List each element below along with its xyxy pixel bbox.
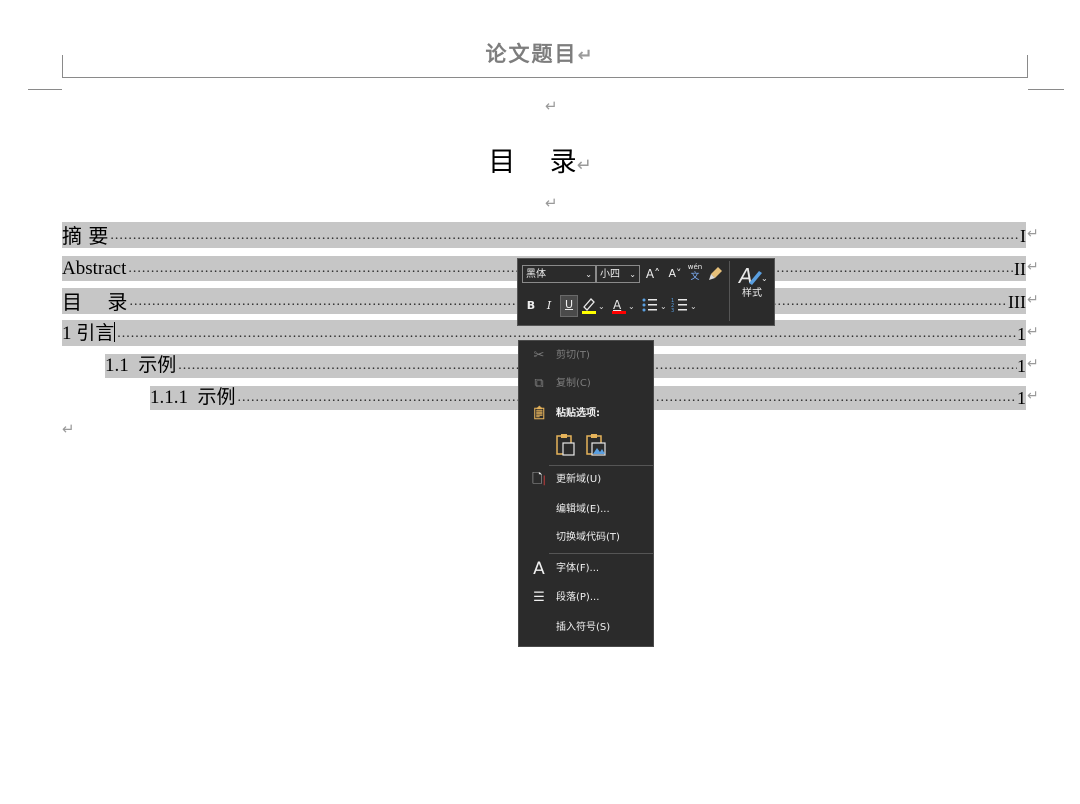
toc-entry-text: 1.1.1 示例	[150, 386, 236, 410]
paragraph-mark: ↵	[1027, 356, 1039, 372]
paste-picture-icon	[586, 434, 606, 456]
paragraph-mark: ↵	[545, 194, 558, 212]
menu-item-toggle-field-codes[interactable]: 切换域代码(T)	[519, 526, 653, 550]
toolbar-divider	[729, 261, 730, 321]
header-rule	[62, 77, 1028, 78]
margin-mark-left	[28, 89, 62, 90]
toc-entry-text: 摘 要	[62, 224, 109, 248]
paragraph-mark: ↵	[1027, 259, 1039, 275]
bullet-list-icon: ⌄	[642, 298, 667, 312]
chevron-down-icon: ⌄	[629, 270, 636, 279]
paragraph-mark: ↵	[545, 97, 558, 115]
svg-text:⌄: ⌄	[598, 302, 605, 311]
toc-page-number: II	[1014, 259, 1026, 279]
menu-item-paragraph[interactable]: ☰ 段落(P)...	[519, 586, 653, 610]
paragraph-mark: ↵	[1027, 388, 1039, 404]
svg-text:⌄: ⌄	[761, 274, 767, 283]
svg-text:⌄: ⌄	[690, 302, 697, 311]
font-name-select[interactable]: 黑体 ⌄	[522, 265, 596, 283]
highlighter-icon: ⌄	[582, 298, 605, 314]
menu-separator	[549, 553, 653, 554]
header-title: 论文题目↵	[485, 41, 595, 66]
toc-entry-abstract-cn[interactable]: 摘 要 ....................................…	[62, 222, 1026, 248]
scissors-icon: ✂	[533, 348, 545, 363]
toc-page-number: I	[1020, 226, 1026, 246]
menu-item-font[interactable]: A 字体(F)...	[519, 557, 653, 581]
wen-icon: 文	[690, 272, 700, 282]
header-corner-right	[1027, 55, 1028, 78]
paste-as-picture-button[interactable]	[585, 433, 607, 457]
styles-icon: A ⌄	[737, 264, 767, 287]
header-corner-left	[62, 55, 63, 78]
grow-font-button[interactable]: A˄	[644, 265, 662, 283]
menu-heading-paste-options: 📋︎ 粘贴选项:	[519, 402, 653, 426]
numbering-button[interactable]: 123 ⌄	[670, 295, 700, 320]
update-field-icon: 🗋︎|	[532, 472, 546, 487]
paragraph-mark: ↵	[62, 420, 75, 438]
menu-item-copy[interactable]: ⧉ 复制(C)	[519, 372, 653, 396]
shrink-font-button[interactable]: A˅	[666, 265, 684, 283]
toc-page-number: 1	[1017, 324, 1026, 344]
svg-text:3: 3	[671, 308, 674, 314]
menu-item-update-field[interactable]: 🗋︎| 更新域(U)	[519, 468, 653, 492]
toc-entry-text: Abstract	[62, 258, 127, 279]
menu-item-cut[interactable]: ✂ 剪切(T)	[519, 344, 653, 368]
toc-page-number: III	[1008, 292, 1026, 312]
font-size-select[interactable]: 小四 ⌄	[596, 265, 640, 283]
italic-button[interactable]: I	[542, 297, 556, 315]
paragraph-mark: ↵	[1027, 292, 1039, 308]
paste-keep-formatting-button[interactable]	[555, 433, 577, 457]
bold-button[interactable]: B	[524, 297, 538, 315]
toc-entry-text: 1.1 示例	[105, 354, 177, 378]
format-painter-icon[interactable]	[707, 265, 725, 286]
font-color-button[interactable]: A ⌄	[610, 295, 636, 320]
font-icon: A	[533, 559, 545, 579]
menu-item-edit-field[interactable]: 编辑域(E)...	[519, 498, 653, 522]
numbered-list-icon: 123 ⌄	[671, 298, 697, 314]
mini-toolbar: 黑体 ⌄ 小四 ⌄ A˄ A˅ wén文 A ⌄ 样式 B I U ⌄ A ⌄	[517, 258, 775, 326]
phonetic-guide-button[interactable]: wén 文	[686, 262, 704, 282]
svg-text:⌄: ⌄	[660, 302, 667, 311]
svg-text:⌄: ⌄	[628, 302, 635, 311]
margin-mark-right	[1028, 89, 1064, 90]
highlight-button[interactable]: ⌄	[580, 295, 606, 320]
paragraph-icon: ☰	[533, 590, 545, 605]
bullets-button[interactable]: ⌄	[640, 295, 668, 320]
menu-separator	[549, 465, 653, 466]
toc-entry-text: 目 录	[62, 290, 128, 314]
paragraph-mark: ↵	[1027, 226, 1039, 242]
clipboard-icon: 📋︎	[531, 406, 548, 421]
toc-heading: 目 录↵	[488, 147, 592, 178]
context-menu: ✂ 剪切(T) ⧉ 复制(C) 📋︎ 粘贴选项: 🗋︎| 更新域(U) 编辑域(…	[518, 340, 654, 647]
styles-button[interactable]: A ⌄ 样式	[734, 261, 770, 321]
paste-keep-formatting-icon	[556, 434, 575, 456]
chevron-down-icon: ⌄	[585, 270, 592, 279]
toc-page-number: 1	[1017, 354, 1026, 378]
copy-icon: ⧉	[534, 376, 544, 391]
font-color-icon: A ⌄	[612, 298, 635, 314]
svg-text:A: A	[613, 298, 622, 312]
underline-button[interactable]: U	[560, 295, 578, 317]
toc-entry-text: 1 引言	[62, 322, 116, 344]
toc-page-number: 1	[1017, 386, 1026, 410]
paragraph-mark: ↵	[1027, 324, 1039, 340]
toc-leader-dots: ........................................…	[110, 228, 1020, 243]
menu-item-insert-symbol[interactable]: 插入符号(S)	[519, 616, 653, 640]
